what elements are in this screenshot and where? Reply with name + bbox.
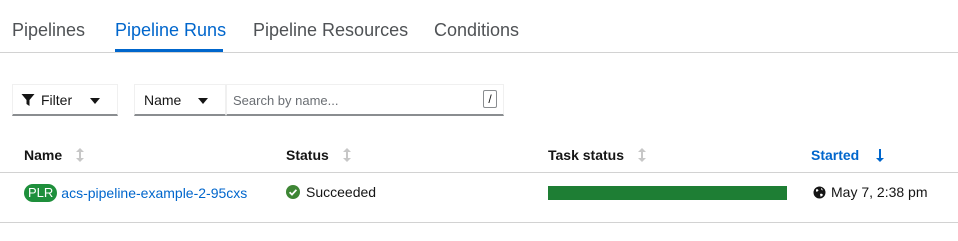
column-header-label: Started <box>811 147 860 163</box>
column-header-task-status[interactable]: Task status <box>548 147 646 163</box>
started-time: May 7, 2:38 pm <box>831 184 928 200</box>
column-header-label: Status <box>286 147 329 163</box>
chevron-down-icon <box>198 98 208 104</box>
column-header-label: Name <box>24 147 63 163</box>
search-field-select[interactable]: Name <box>134 84 226 116</box>
resource-badge: PLR <box>24 184 58 202</box>
filter-label: Filter <box>41 91 73 108</box>
tab-bar: Pipelines Pipeline Runs Pipeline Resourc… <box>0 0 958 53</box>
check-circle-icon <box>286 185 300 199</box>
arrow-down-icon <box>875 148 885 162</box>
column-header-started[interactable]: Started <box>811 147 885 163</box>
column-header-status[interactable]: Status <box>286 147 351 163</box>
status-cell: Succeeded <box>286 184 376 200</box>
active-tab-indicator <box>115 49 223 52</box>
tab-pipelines[interactable]: Pipelines <box>12 20 85 41</box>
keyboard-shortcut-hint: / <box>483 90 497 108</box>
task-status-progress-bar[interactable] <box>548 186 787 200</box>
funnel-icon <box>21 93 35 107</box>
sort-updown-icon <box>638 148 646 162</box>
search-box: / <box>226 84 504 116</box>
search-field-select-value: Name <box>144 91 182 108</box>
chevron-down-icon <box>90 98 100 104</box>
table-header: Name Status Task status Started <box>0 135 958 173</box>
sort-updown-icon <box>342 148 351 162</box>
filter-dropdown[interactable]: Filter <box>12 84 118 116</box>
search-input[interactable] <box>233 91 473 109</box>
table-row: PLR acs-pipeline-example-2-95cxs Succeed… <box>0 173 958 223</box>
column-header-name[interactable]: Name <box>24 147 85 163</box>
globe-icon <box>813 186 826 199</box>
tab-pipeline-runs[interactable]: Pipeline Runs <box>115 20 226 41</box>
tab-conditions[interactable]: Conditions <box>434 20 519 41</box>
status-text: Succeeded <box>306 184 377 200</box>
sort-updown-icon <box>76 148 85 162</box>
column-header-label: Task status <box>548 147 624 163</box>
run-name-cell: PLR acs-pipeline-example-2-95cxs <box>24 184 247 202</box>
tab-pipeline-resources[interactable]: Pipeline Resources <box>253 20 408 41</box>
started-cell: May 7, 2:38 pm <box>813 184 928 200</box>
pipeline-run-link[interactable]: acs-pipeline-example-2-95cxs <box>61 185 247 201</box>
